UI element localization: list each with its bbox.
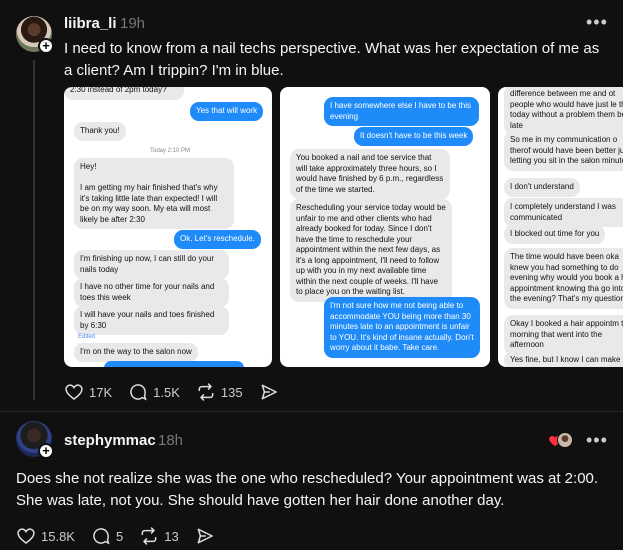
- repost-icon: [141, 527, 157, 545]
- plus-icon[interactable]: +: [38, 443, 54, 459]
- share-button[interactable]: [195, 526, 220, 546]
- like-count: 15.8K: [41, 528, 75, 544]
- comment-icon: [93, 528, 110, 545]
- post-actions: 15.8K 5 13: [16, 526, 236, 546]
- repost-button[interactable]: 13: [139, 526, 179, 546]
- like-button[interactable]: 15.8K: [16, 526, 75, 546]
- post-2: + stephymmac 18h ••• Does she not realiz…: [0, 0, 623, 550]
- liked-by-author-icon: [548, 432, 574, 448]
- share-icon: [197, 528, 213, 544]
- reply-count: 5: [115, 528, 124, 544]
- post-text: Does she not realize she was the one who…: [16, 470, 599, 509]
- heart-icon: [17, 528, 35, 545]
- repost-count: 13: [164, 528, 179, 544]
- reply-button[interactable]: 5: [91, 526, 123, 546]
- post-time: 18h: [158, 432, 184, 449]
- more-icon[interactable]: •••: [586, 430, 608, 451]
- post-username[interactable]: stephymmac: [64, 432, 156, 449]
